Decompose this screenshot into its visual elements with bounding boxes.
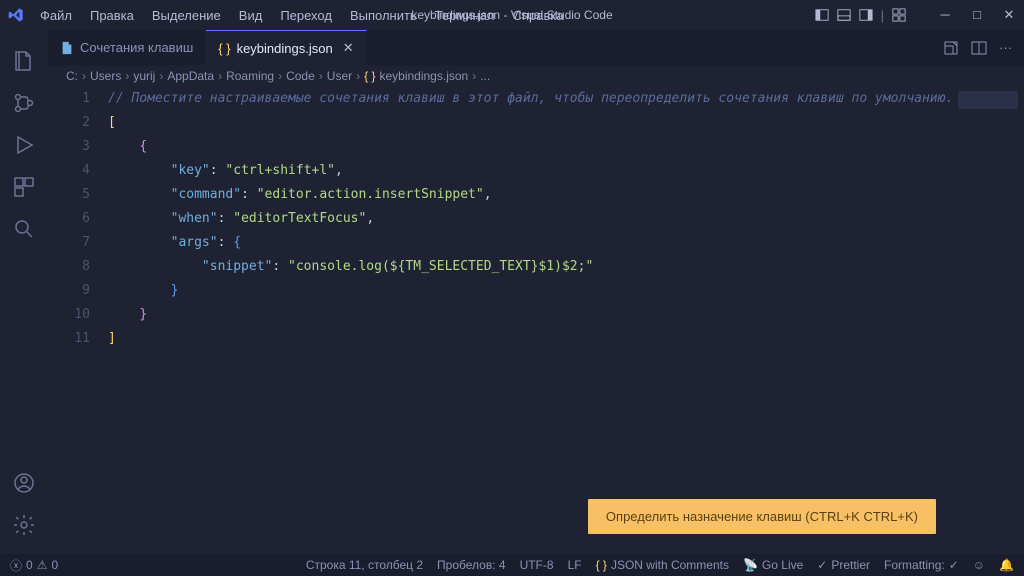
status-errors[interactable]: ⓧ 0 ⚠ 0 [10,557,58,574]
status-indentation[interactable]: Пробелов: 4 [437,558,506,572]
accounts-icon[interactable] [0,462,48,504]
run-debug-icon[interactable] [0,124,48,166]
source-control-icon[interactable] [0,82,48,124]
explorer-icon[interactable] [0,40,48,82]
vscode-logo-icon [8,7,24,23]
bc-item[interactable]: C: [66,69,78,83]
window-title: keybindings.json - Visual Studio Code [411,8,612,22]
status-feedback-icon[interactable]: ☺ [973,558,985,572]
bc-item[interactable]: Users [90,69,121,83]
statusbar: ⓧ 0 ⚠ 0 Строка 11, столбец 2 Пробелов: 4… [0,554,1024,576]
menu-go[interactable]: Переход [272,4,340,27]
status-cursor[interactable]: Строка 11, столбец 2 [306,558,423,572]
maximize-button[interactable]: □ [970,7,984,23]
panel-bottom-icon[interactable] [837,8,851,22]
status-encoding[interactable]: UTF-8 [520,558,554,572]
tab-keybindings-json[interactable]: { } keybindings.json ✕ [206,30,366,65]
bc-item[interactable]: ... [480,69,490,83]
status-formatting[interactable]: Formatting: ✓ [884,558,959,572]
status-eol[interactable]: LF [568,558,582,572]
json-icon: { } [218,41,230,56]
more-actions-icon[interactable]: ··· [999,40,1012,55]
notification-toast[interactable]: Определить назначение клавиш (CTRL+K CTR… [588,499,936,534]
status-language[interactable]: { } JSON with Comments [596,558,729,572]
code-content[interactable]: // Поместите настраиваемые сочетания кла… [108,87,1024,554]
bc-item[interactable]: Code [286,69,315,83]
editor[interactable]: 1234567891011 // Поместите настраиваемые… [48,87,1024,554]
file-icon [60,41,74,55]
close-button[interactable]: ✕ [1002,7,1016,23]
status-golive[interactable]: 📡 Go Live [743,558,803,572]
layout-grid-icon[interactable] [892,8,906,22]
titlebar: Файл Правка Выделение Вид Переход Выполн… [0,0,1024,30]
breadcrumbs[interactable]: C:› Users› yurij› AppData› Roaming› Code… [48,65,1024,87]
close-icon[interactable]: ✕ [343,40,354,56]
tab-label: keybindings.json [237,41,333,56]
tab-bar: Сочетания клавиш { } keybindings.json ✕ … [48,30,1024,65]
layout-controls: | [815,8,906,23]
bc-item[interactable]: User [327,69,352,83]
bc-item[interactable]: AppData [167,69,214,83]
menu-selection[interactable]: Выделение [144,4,229,27]
minimap[interactable] [958,91,1018,109]
settings-gear-icon[interactable] [0,504,48,546]
panel-left-icon[interactable] [815,8,829,22]
status-bell-icon[interactable]: 🔔 [999,558,1014,572]
bc-item[interactable]: yurij [133,69,155,83]
split-editor-icon[interactable] [971,40,987,56]
editor-area: Сочетания клавиш { } keybindings.json ✕ … [48,30,1024,554]
status-prettier[interactable]: ✓ Prettier [817,558,870,572]
tab-label: Сочетания клавиш [80,40,193,55]
menu-file[interactable]: Файл [32,4,80,27]
menu-view[interactable]: Вид [231,4,271,27]
json-icon: { } [364,69,375,83]
open-changes-icon[interactable] [943,40,959,56]
bc-item[interactable]: keybindings.json [379,69,468,83]
menu-edit[interactable]: Правка [82,4,142,27]
search-icon[interactable] [0,208,48,250]
gutter: 1234567891011 [48,87,108,554]
activity-bar [0,30,48,554]
minimize-button[interactable]: ─ [938,7,952,23]
extensions-icon[interactable] [0,166,48,208]
panel-right-icon[interactable] [859,8,873,22]
tab-keyboard-shortcuts[interactable]: Сочетания клавиш [48,30,206,65]
bc-item[interactable]: Roaming [226,69,274,83]
